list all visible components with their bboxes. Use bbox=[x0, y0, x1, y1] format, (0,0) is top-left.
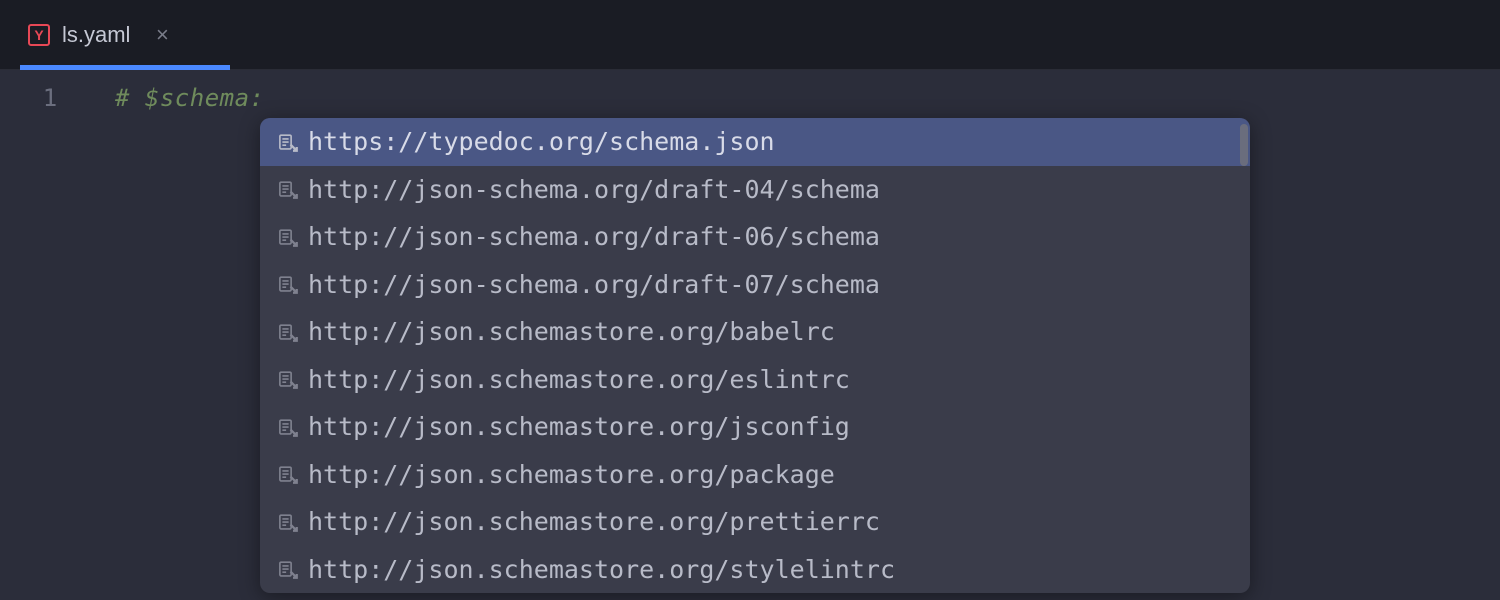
suggestion-label: http://json.schemastore.org/stylelintrc bbox=[308, 555, 895, 584]
schema-icon bbox=[278, 559, 298, 579]
line-number: 1 bbox=[0, 82, 100, 114]
suggestion-label: http://json-schema.org/draft-04/schema bbox=[308, 175, 880, 204]
schema-icon bbox=[278, 227, 298, 247]
close-icon[interactable]: × bbox=[150, 23, 174, 47]
suggestion-label: http://json-schema.org/draft-07/schema bbox=[308, 270, 880, 299]
schema-icon bbox=[278, 417, 298, 437]
suggestion-item[interactable]: http://json.schemastore.org/stylelintrc bbox=[260, 546, 1250, 594]
schema-icon bbox=[278, 369, 298, 389]
file-tab[interactable]: Y ls.yaml × bbox=[20, 0, 182, 69]
tab-label: ls.yaml bbox=[62, 22, 130, 48]
suggestion-label: http://json.schemastore.org/package bbox=[308, 460, 835, 489]
suggestion-item[interactable]: http://json-schema.org/draft-06/schema bbox=[260, 213, 1250, 261]
suggestion-label: http://json.schemastore.org/eslintrc bbox=[308, 365, 850, 394]
suggestion-item[interactable]: http://json-schema.org/draft-04/schema bbox=[260, 166, 1250, 214]
suggestion-label: https://typedoc.org/schema.json bbox=[308, 127, 775, 156]
schema-icon bbox=[278, 512, 298, 532]
schema-icon bbox=[278, 274, 298, 294]
suggestion-item[interactable]: http://json.schemastore.org/jsconfig bbox=[260, 403, 1250, 451]
tab-bar: Y ls.yaml × bbox=[0, 0, 1500, 70]
editor-area[interactable]: 1 # $schema: https://typedoc.org/schema.… bbox=[0, 70, 1500, 600]
scrollbar-thumb[interactable] bbox=[1240, 124, 1248, 166]
schema-icon bbox=[278, 179, 298, 199]
suggestion-label: http://json.schemastore.org/prettierrc bbox=[308, 507, 880, 536]
schema-icon bbox=[278, 132, 298, 152]
code-content[interactable]: # $schema: https://typedoc.org/schema.js… bbox=[100, 70, 1500, 600]
suggestion-item[interactable]: http://json.schemastore.org/babelrc bbox=[260, 308, 1250, 356]
suggestion-item[interactable]: http://json.schemastore.org/package bbox=[260, 451, 1250, 499]
suggestion-item[interactable]: http://json.schemastore.org/eslintrc bbox=[260, 356, 1250, 404]
schema-icon bbox=[278, 464, 298, 484]
suggestion-item[interactable]: http://json-schema.org/draft-07/schema bbox=[260, 261, 1250, 309]
yaml-file-icon: Y bbox=[28, 24, 50, 46]
suggestion-label: http://json.schemastore.org/babelrc bbox=[308, 317, 835, 346]
autocomplete-popup[interactable]: https://typedoc.org/schema.json http://j… bbox=[260, 118, 1250, 593]
suggestion-label: http://json-schema.org/draft-06/schema bbox=[308, 222, 880, 251]
line-gutter: 1 bbox=[0, 70, 100, 600]
suggestion-item[interactable]: http://json.schemastore.org/prettierrc bbox=[260, 498, 1250, 546]
suggestion-item[interactable]: https://typedoc.org/schema.json bbox=[260, 118, 1250, 166]
suggestion-label: http://json.schemastore.org/jsconfig bbox=[308, 412, 850, 441]
schema-icon bbox=[278, 322, 298, 342]
code-line-1: # $schema: bbox=[100, 82, 1500, 114]
